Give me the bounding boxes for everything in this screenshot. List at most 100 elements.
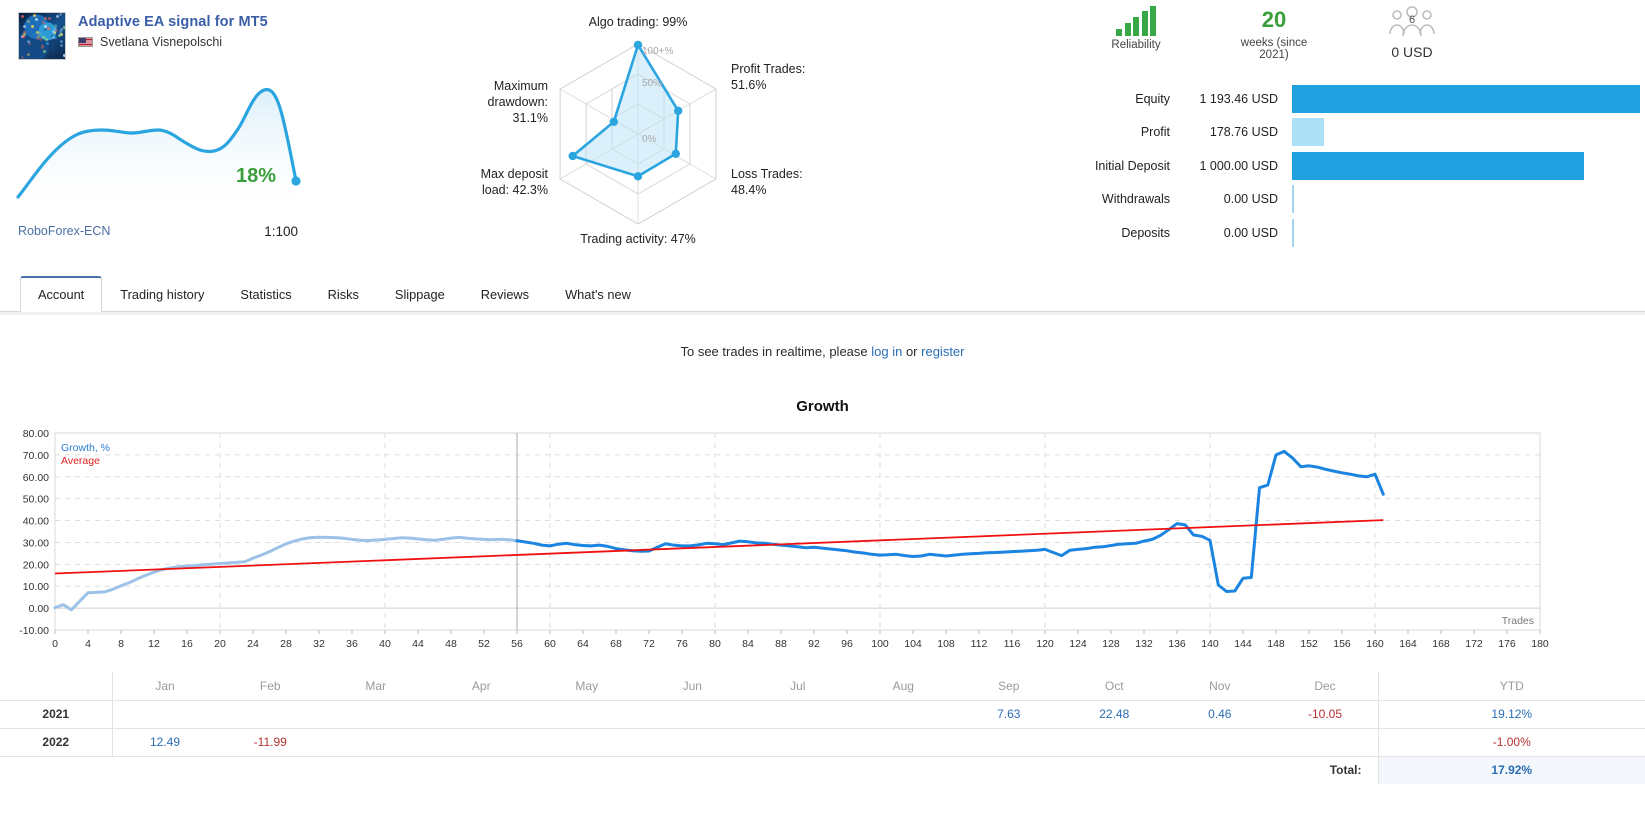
author-row: Svetlana Visnepolschi [78,35,268,49]
month-value [429,728,535,756]
month-header: Jun [640,672,746,700]
tab-what-s-new[interactable]: What's new [547,277,649,312]
y-axis-tick: 60.00 [23,472,49,484]
stat-row: Initial Deposit 1 000.00 USD [1000,149,1640,183]
corner-cell [0,672,112,700]
weeks-label: weeks (since 2021) [1228,37,1320,61]
ytd-value: -1.00% [1378,728,1645,756]
month-value [429,700,535,728]
subscribers-amount: 0 USD [1366,44,1458,60]
month-value [534,728,640,756]
x-axis-tick: 112 [971,638,988,650]
month-value: 0.46 [1167,700,1273,728]
radar-label-algo-trading: Algo trading: 99% [589,15,688,29]
y-axis-tick: -10.00 [19,625,49,637]
total-value: 17.92% [1378,756,1645,784]
month-header: Dec [1273,672,1379,700]
x-axis-tick: 44 [412,638,424,650]
month-value: 22.48 [1062,700,1168,728]
radar-label-loss-trades: Loss Trades: [731,167,803,181]
tab-reviews[interactable]: Reviews [463,277,547,312]
stat-label: Deposits [1000,226,1182,240]
radar-label-max-deposit-load: Max deposit [481,167,549,181]
month-header: Jan [112,672,218,700]
ytd-value: 19.12% [1378,700,1645,728]
subscribers-badge: 6 0 USD [1366,6,1458,60]
signal-bars-icon [1090,6,1182,36]
profile-avatar[interactable] [18,12,66,60]
tab-trading-history[interactable]: Trading history [102,277,222,312]
stat-value: 1 000.00 USD [1182,159,1292,173]
x-axis-tick: 84 [742,638,754,650]
x-axis-tick: 80 [709,638,721,650]
x-axis-tick: 52 [478,638,490,650]
x-axis-tick: 20 [214,638,226,650]
month-header: Feb [218,672,324,700]
stat-bar-track [1292,185,1640,213]
y-axis-tick: 20.00 [23,559,49,571]
x-axis-tick: 64 [577,638,589,650]
x-axis-tick: 100 [871,638,889,650]
legend-average: Average [61,455,100,467]
svg-text:51.6%: 51.6% [731,78,766,92]
stat-row: Profit 178.76 USD [1000,116,1640,150]
x-axis-tick: 40 [379,638,391,650]
table-row: 2021 7.63 22.48 0.46 -10.05 19.12% [0,700,1645,728]
month-header: Oct [1062,672,1168,700]
content-divider [0,312,1645,315]
radar-label-profit-trades: Profit Trades: [731,62,805,76]
x-axis-tick: 88 [775,638,787,650]
x-axis-tick: 56 [511,638,523,650]
y-axis-tick: 30.00 [23,537,49,549]
month-value [851,728,957,756]
x-axis-tick: 0 [52,638,58,650]
stat-label: Profit [1000,125,1182,139]
weeks-value: 20 [1228,6,1320,34]
tab-slippage[interactable]: Slippage [377,277,463,312]
stat-bar-track [1292,118,1640,146]
month-header: Sep [956,672,1062,700]
stat-bar-track [1292,219,1640,247]
month-value [1273,728,1379,756]
svg-text:drawdown:: drawdown: [488,95,548,109]
broker-name[interactable]: RoboForex-ECN [18,224,110,239]
x-axis-tick: 152 [1300,638,1318,650]
total-label: Total: [0,756,1378,784]
tab-account[interactable]: Account [20,276,102,312]
x-axis-tick: 128 [1102,638,1120,650]
month-value: -11.99 [218,728,324,756]
x-axis-tick: 160 [1366,638,1384,650]
month-header: Mar [323,672,429,700]
log-in-link[interactable]: log in [871,344,902,359]
growth-percent: 18% [236,165,276,188]
month-header: May [534,672,640,700]
month-value [1062,728,1168,756]
stat-value: 0.00 USD [1182,226,1292,240]
metrics-radar-chart: 100+% 50% 0% Algo trading: 99% Profit Tr… [460,8,880,258]
radar-label-maximum-drawdown: Maximum [494,79,548,93]
month-value [323,728,429,756]
signal-title[interactable]: Adaptive EA signal for MT5 [78,14,268,30]
stat-value: 1 193.46 USD [1182,92,1292,106]
x-axis-tick: 92 [808,638,820,650]
section-tabs: Account Trading history Statistics Risks Sli… [0,270,1645,312]
stat-bar [1292,152,1584,180]
tab-statistics[interactable]: Statistics [222,277,309,312]
reliability-label: Reliability [1090,39,1182,51]
tab-risks[interactable]: Risks [310,277,377,312]
svg-text:31.1%: 31.1% [513,111,548,125]
month-value: 7.63 [956,700,1062,728]
radar-label-trading-activity: Trading activity: 47% [580,232,696,246]
register-link[interactable]: register [921,344,964,359]
radar-ring-label-0: 0% [642,134,657,145]
svg-text:load: 42.3%: load: 42.3% [482,183,548,197]
y-axis-tick: 0.00 [29,603,50,615]
stat-bar-track [1292,152,1640,180]
stat-bar [1292,85,1640,113]
monthly-returns-table: Jan Feb Mar Apr May Jun Jul Aug Sep Oct Nov Dec YTD 2… [0,672,1645,784]
stat-value: 0.00 USD [1182,192,1292,206]
x-axis-tick: 108 [937,638,955,650]
author-name[interactable]: Svetlana Visnepolschi [100,35,222,49]
x-axis-tick: 124 [1069,638,1087,650]
x-axis-tick: 60 [544,638,556,650]
